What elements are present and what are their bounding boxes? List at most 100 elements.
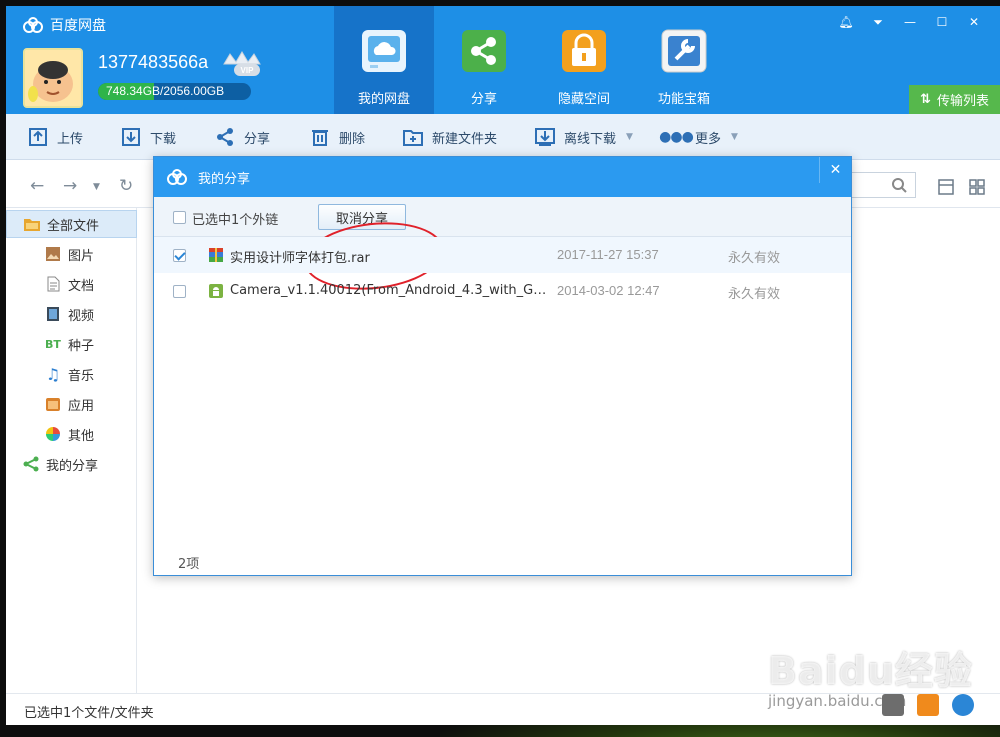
app-window: 百度网盘 1377483566a VIP 748.34GB/2056.00GB … xyxy=(6,6,1000,725)
delete-button[interactable]: 删除 xyxy=(310,126,365,148)
tab-share[interactable]: 分享 xyxy=(434,6,534,114)
maximize-icon[interactable]: ☐ xyxy=(926,11,958,33)
close-icon[interactable]: ✕ xyxy=(958,11,990,33)
tab-label: 分享 xyxy=(470,92,497,107)
android-apk-icon xyxy=(209,284,223,298)
offline-download-icon xyxy=(535,127,555,147)
upload-button[interactable]: 上传 xyxy=(28,126,83,148)
refresh-icon[interactable]: ↻ xyxy=(119,176,133,196)
download-icon xyxy=(121,127,141,147)
sidebar-item-label: 视频 xyxy=(68,308,95,324)
baidu-jingyan-watermark: Baidu经验 jingyan.baidu.com xyxy=(768,640,973,710)
vip-crown-icon[interactable]: VIP xyxy=(220,50,264,82)
toolbox-icon xyxy=(661,29,707,73)
minimize-icon[interactable]: — xyxy=(894,11,926,33)
offline-download-button[interactable]: 离线下载 ▼ xyxy=(535,126,633,148)
dialog-title: 我的分享 xyxy=(198,171,251,187)
vip-badge-text: VIP xyxy=(241,66,255,75)
upload-label: 上传 xyxy=(57,131,84,147)
transfer-list-button[interactable]: ⇅ 传输列表 xyxy=(909,85,1000,114)
offline-download-label: 离线下载 xyxy=(564,131,617,147)
quota-text: 748.34GB/2056.00GB xyxy=(106,84,225,98)
screenshot-frame: 百度网盘 1377483566a VIP 748.34GB/2056.00GB … xyxy=(0,0,1000,737)
my-share-dialog: 我的分享 ✕ 已选中1个外链 取消分享 实用设计师字体打包.rar 2017-1… xyxy=(153,156,852,576)
new-folder-label: 新建文件夹 xyxy=(432,131,498,147)
tab-hidden-space[interactable]: 隐藏空间 xyxy=(534,6,634,114)
sidebar-item-label: 文档 xyxy=(68,278,95,294)
sidebar: 全部文件 图片 文档 视频 BT 种子 ♫ 音乐 应用 其他 我的分享 xyxy=(6,208,137,693)
header: 百度网盘 1377483566a VIP 748.34GB/2056.00GB … xyxy=(6,6,1000,114)
forward-arrow-icon[interactable]: → xyxy=(63,176,77,196)
tab-my-disk[interactable]: 我的网盘 xyxy=(334,6,434,114)
sidebar-item-documents[interactable]: 文档 xyxy=(6,270,137,298)
chevron-down-icon[interactable]: ▼ xyxy=(626,132,633,142)
dialog-title-bar: 我的分享 xyxy=(154,157,851,197)
grid-view-icon[interactable] xyxy=(969,179,985,195)
search-icon[interactable] xyxy=(892,178,907,193)
tray-lock-icon[interactable] xyxy=(952,694,974,716)
new-folder-button[interactable]: 新建文件夹 xyxy=(403,126,497,148)
tray-message-icon[interactable] xyxy=(917,694,939,716)
select-all-checkbox[interactable] xyxy=(173,211,186,224)
other-icon xyxy=(44,425,62,443)
sidebar-item-label: 图片 xyxy=(68,248,95,264)
tab-label: 我的网盘 xyxy=(357,92,410,107)
delete-label: 删除 xyxy=(339,131,366,147)
share-icon xyxy=(462,30,506,72)
sidebar-item-my-share[interactable]: 我的分享 xyxy=(6,450,137,478)
share-date: 2014-03-02 12:47 xyxy=(557,283,660,298)
table-row[interactable]: Camera_v1.1.40012(From_Android_4.3_with_… xyxy=(154,273,851,309)
tab-label: 功能宝箱 xyxy=(657,92,710,107)
username[interactable]: 1377483566a xyxy=(98,52,208,73)
bt-icon: BT xyxy=(45,337,61,351)
chevron-down-icon[interactable]: ▼ xyxy=(731,132,738,142)
cloud-disk-icon xyxy=(362,30,406,72)
file-name: 实用设计师字体打包.rar xyxy=(230,251,370,266)
lock-icon xyxy=(562,30,606,72)
avatar[interactable] xyxy=(23,48,83,108)
download-button[interactable]: 下载 xyxy=(121,126,176,148)
sidebar-item-music[interactable]: ♫ 音乐 xyxy=(6,360,137,388)
list-view-icon[interactable] xyxy=(938,179,954,195)
download-label: 下载 xyxy=(150,131,177,147)
window-controls: 🔔︎ ⏷ — ☐ ✕ xyxy=(830,11,990,33)
share-icon xyxy=(215,127,235,147)
sidebar-item-images[interactable]: 图片 xyxy=(6,240,137,268)
bell-icon[interactable]: 🔔︎ xyxy=(830,11,862,33)
more-button[interactable]: ●●● 更多 ▼ xyxy=(659,126,738,148)
sidebar-item-torrents[interactable]: BT 种子 xyxy=(6,330,137,358)
dropdown-icon[interactable]: ⏷ xyxy=(862,11,894,33)
search-input[interactable] xyxy=(846,172,916,198)
history-dropdown-icon[interactable]: ▼ xyxy=(93,182,100,192)
sidebar-item-apps[interactable]: 应用 xyxy=(6,390,137,418)
dialog-action-bar: 已选中1个外链 取消分享 xyxy=(154,197,851,297)
file-name: Camera_v1.1.40012(From_Android_4.3_with_… xyxy=(230,283,552,298)
share-button[interactable]: 分享 xyxy=(215,126,270,148)
sidebar-item-all-files[interactable]: 全部文件 xyxy=(6,210,137,238)
baidu-cloud-logo-icon xyxy=(167,169,187,185)
row-checkbox[interactable] xyxy=(173,285,186,298)
tab-toolbox[interactable]: 功能宝箱 xyxy=(634,6,734,114)
app-icon xyxy=(44,395,62,413)
transfer-list-label: 传输列表 xyxy=(936,94,989,109)
music-icon: ♫ xyxy=(45,364,61,384)
more-icon: ●●● xyxy=(659,129,694,145)
sidebar-item-label: 应用 xyxy=(68,398,95,414)
dialog-close-icon[interactable]: ✕ xyxy=(819,157,851,183)
tray-grid-icon[interactable] xyxy=(882,694,904,716)
more-label: 更多 xyxy=(695,131,722,147)
row-checkbox[interactable] xyxy=(173,249,186,262)
baidu-cloud-logo-icon xyxy=(23,17,43,33)
validity: 永久有效 xyxy=(728,287,781,302)
share-label: 分享 xyxy=(244,131,271,147)
watermark-logo-text: Baidu经验 xyxy=(768,649,973,693)
sidebar-item-label: 我的分享 xyxy=(46,458,99,474)
status-text: 已选中1个文件/文件夹 xyxy=(24,706,154,721)
table-row[interactable]: 实用设计师字体打包.rar 2017-11-27 15:37 永久有效 xyxy=(154,237,851,273)
trash-icon xyxy=(310,127,330,147)
new-folder-icon xyxy=(403,127,423,147)
share-date: 2017-11-27 15:37 xyxy=(557,247,659,262)
back-arrow-icon[interactable]: ← xyxy=(30,176,44,196)
sidebar-item-videos[interactable]: 视频 xyxy=(6,300,137,328)
sidebar-item-other[interactable]: 其他 xyxy=(6,420,137,448)
